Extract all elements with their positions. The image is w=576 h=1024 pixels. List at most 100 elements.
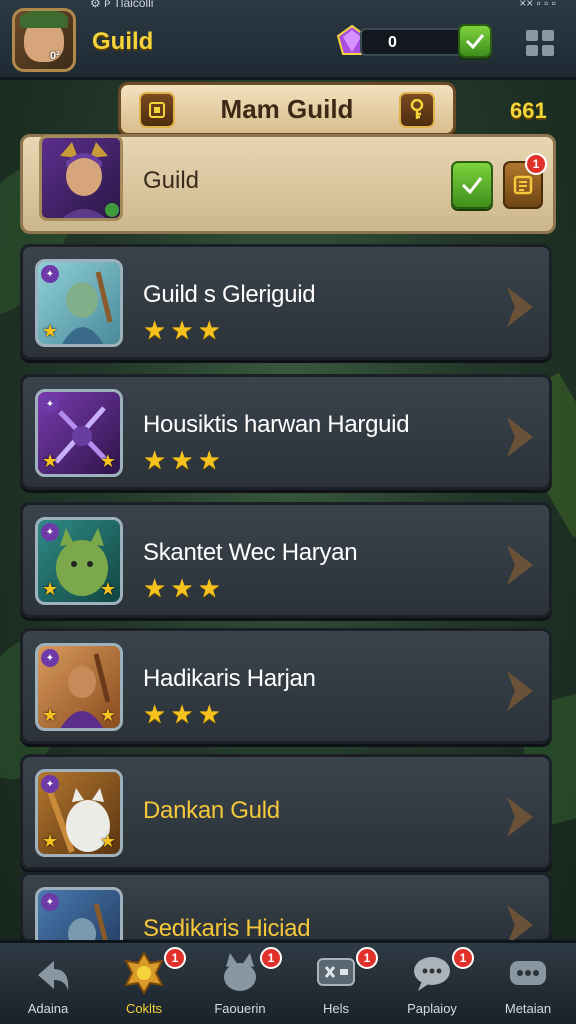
chat-icon bbox=[408, 949, 456, 997]
key-icon[interactable] bbox=[399, 92, 435, 128]
guild-name: Guild s Gleriguid bbox=[143, 281, 316, 308]
check-icon bbox=[461, 177, 483, 194]
notification-badge: 1 bbox=[452, 947, 474, 969]
nav-tab-label: Hels bbox=[322, 1001, 349, 1016]
star-icon: ★ bbox=[170, 315, 194, 345]
battle-icon bbox=[312, 949, 360, 997]
star-rating: ★ ★ ★ bbox=[143, 701, 221, 727]
featured-guild-name: Guild bbox=[143, 167, 200, 194]
guild-rank-icon: ✦ bbox=[41, 523, 59, 541]
featured-guild-portrait bbox=[39, 135, 123, 221]
guild-rank-icon: ✦ bbox=[41, 775, 59, 793]
star-icon: ★ bbox=[42, 321, 59, 341]
guild-crest-icon[interactable] bbox=[139, 92, 175, 128]
star-rating: ★ ★ ★ bbox=[143, 447, 221, 473]
star-icon: ★ bbox=[42, 831, 59, 851]
star-icon: ★ bbox=[42, 579, 59, 599]
nav-tab[interactable]: Paplaioy 1 bbox=[384, 943, 480, 1024]
bottom-nav: Adaina Coklts 1 Faouerin 1 Hels 1 Paplaioy 1 Meta… bbox=[0, 940, 576, 1024]
top-bar: ⚙ ᴘ Tlaicolli ×× ▫ ▫ ▫ 0² Guild 0 bbox=[0, 0, 576, 80]
guild-portrait: ✦ ★ ★ bbox=[35, 769, 123, 857]
guild-rank-icon: ✦ bbox=[41, 265, 59, 283]
guild-rank-icon: ✦ bbox=[41, 893, 59, 911]
guild-emblem-icon bbox=[120, 949, 168, 997]
scroll-icon bbox=[513, 175, 533, 195]
notification-badge: 1 bbox=[356, 947, 378, 969]
star-icon: ★ bbox=[143, 315, 167, 345]
nav-tab-label: Metaian bbox=[504, 1001, 552, 1016]
guild-portrait: ✦ ★ ★ bbox=[35, 643, 123, 731]
star-icon: ★ bbox=[42, 705, 59, 725]
chevron-right-icon[interactable] bbox=[507, 797, 533, 837]
star-icon: ★ bbox=[197, 699, 221, 729]
guild-rank-icon: ✦ bbox=[41, 395, 59, 413]
page-title: Guild bbox=[92, 28, 154, 55]
pet-icon bbox=[216, 949, 264, 997]
guild-portrait: ✦ ★ ★ bbox=[35, 517, 123, 605]
guild-row[interactable]: ✦ ★ Sedikaris Hiciad bbox=[20, 872, 552, 975]
player-level-badge: 0² bbox=[50, 50, 60, 62]
star-rating: ★ ★ ★ bbox=[143, 317, 221, 343]
notification-badge: 1 bbox=[164, 947, 186, 969]
guild-name: Housiktis harwan Harguid bbox=[143, 411, 410, 438]
guild-name: Hadikaris Harjan bbox=[143, 665, 316, 692]
guild-row[interactable]: ✦ ★ ★ Dankan Guld bbox=[20, 754, 552, 870]
nav-tab[interactable]: Metaian bbox=[480, 943, 576, 1024]
nav-tab[interactable]: Faouerin 1 bbox=[192, 943, 288, 1024]
nav-tab-label: Faouerin bbox=[214, 1001, 266, 1016]
star-icon: ★ bbox=[99, 705, 116, 725]
status-bar-right: ×× ▫ ▫ ▫ bbox=[519, 0, 556, 10]
nav-tab-label: Paplaioy bbox=[407, 1001, 457, 1016]
chevron-right-icon[interactable] bbox=[507, 905, 533, 945]
star-rating: ★ ★ ★ bbox=[143, 575, 221, 601]
join-guild-button[interactable] bbox=[451, 161, 493, 209]
nav-tab-label: Adaina bbox=[27, 1001, 69, 1016]
notification-badge: 1 bbox=[525, 153, 547, 175]
guild-banner: Mam Guild bbox=[118, 82, 456, 136]
star-icon: ★ bbox=[170, 573, 194, 603]
star-icon: ★ bbox=[99, 831, 116, 851]
star-icon: ★ bbox=[99, 451, 116, 471]
guild-name: Sedikaris Hiciad bbox=[143, 915, 311, 942]
check-icon bbox=[465, 34, 485, 49]
star-icon: ★ bbox=[99, 579, 116, 599]
guild-rank-icon: ✦ bbox=[41, 649, 59, 667]
chevron-right-icon[interactable] bbox=[507, 671, 533, 711]
star-icon: ★ bbox=[197, 573, 221, 603]
more-icon bbox=[504, 949, 552, 997]
guild-row[interactable]: ✦ ★ Guild s Gleriguid ★ ★ ★ bbox=[20, 244, 552, 360]
guild-row[interactable]: ✦ ★ ★ Skantet Wec Haryan ★ ★ ★ bbox=[20, 502, 552, 618]
guild-name: Dankan Guld bbox=[143, 797, 280, 824]
star-icon: ★ bbox=[42, 451, 59, 471]
nav-tab[interactable]: Coklts 1 bbox=[96, 943, 192, 1024]
status-bar-left: ⚙ ᴘ Tlaicolli bbox=[90, 0, 154, 10]
star-icon: ★ bbox=[143, 445, 167, 475]
star-icon: ★ bbox=[143, 573, 167, 603]
nav-tab[interactable]: Adaina bbox=[0, 943, 96, 1024]
confirm-button[interactable] bbox=[458, 24, 492, 58]
star-icon: ★ bbox=[170, 699, 194, 729]
guild-portrait: ✦ ★ ★ bbox=[35, 389, 123, 477]
guild-row[interactable]: ✦ ★ ★ Housiktis harwan Harguid ★ ★ ★ bbox=[20, 374, 552, 490]
guild-score: 661 bbox=[510, 98, 547, 123]
star-icon: ★ bbox=[197, 315, 221, 345]
currency-bar: 0 bbox=[360, 28, 464, 56]
notification-badge: 1 bbox=[260, 947, 282, 969]
menu-grid-icon[interactable] bbox=[526, 30, 554, 56]
guild-row[interactable]: ✦ ★ ★ Hadikaris Harjan ★ ★ ★ bbox=[20, 628, 552, 744]
star-icon: ★ bbox=[143, 699, 167, 729]
player-avatar[interactable] bbox=[12, 8, 76, 72]
chevron-right-icon[interactable] bbox=[507, 545, 533, 585]
nav-tab-label: Coklts bbox=[125, 1001, 163, 1016]
currency-value: 0 bbox=[388, 34, 397, 51]
featured-guild-card[interactable]: Guild 1 bbox=[20, 134, 556, 234]
chevron-right-icon[interactable] bbox=[507, 417, 533, 457]
guild-name: Skantet Wec Haryan bbox=[143, 539, 358, 566]
chevron-right-icon[interactable] bbox=[507, 287, 533, 327]
star-icon: ★ bbox=[197, 445, 221, 475]
nav-tab[interactable]: Hels 1 bbox=[288, 943, 384, 1024]
star-icon: ★ bbox=[170, 445, 194, 475]
guild-portrait: ✦ ★ bbox=[35, 259, 123, 347]
banner-title: Mam Guild bbox=[220, 93, 354, 124]
return-icon bbox=[24, 949, 72, 997]
